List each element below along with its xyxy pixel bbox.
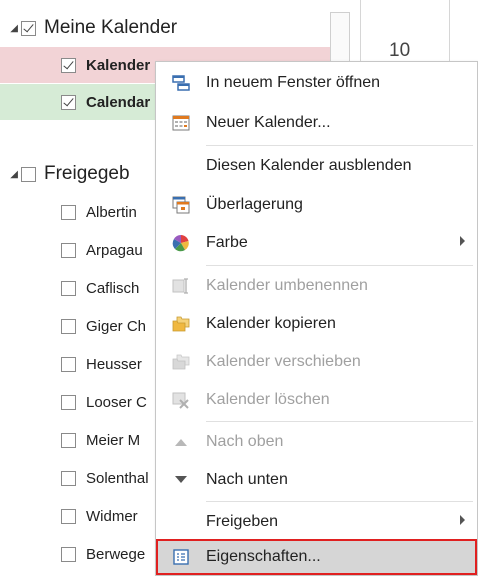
calendar-label: Looser C: [86, 393, 147, 411]
calendar-label: Giger Ch: [86, 317, 147, 335]
menu-item-move-calendar[interactable]: Kalender verschieben: [156, 343, 477, 380]
menu-item-label: Kalender kopieren: [206, 314, 336, 332]
calendar-label: Solenthal: [86, 469, 149, 487]
calendar-label: Kalender: [86, 56, 151, 74]
grid-line: [449, 0, 450, 70]
group-label: Meine Kalender: [44, 17, 178, 38]
calendar-label: Arpagau: [86, 241, 143, 259]
menu-separator: [206, 265, 473, 266]
menu-item-label: Farbe: [206, 233, 248, 251]
group-checkbox[interactable]: [21, 166, 36, 182]
menu-item-move-up[interactable]: Nach oben: [156, 423, 477, 460]
calendar-checkbox[interactable]: [61, 508, 76, 524]
menu-item-label: Nach oben: [206, 432, 284, 450]
new-window-icon: [156, 64, 206, 101]
calendar-label: Berwege: [86, 545, 146, 563]
group-label: Freigegeb: [44, 163, 130, 184]
arrow-up-icon: [156, 423, 206, 460]
calendar-label: Widmer: [86, 507, 138, 525]
menu-item-copy-calendar[interactable]: Kalender kopieren: [156, 305, 477, 342]
calendar-checkbox[interactable]: [61, 57, 76, 73]
menu-item-label: Überlagerung: [206, 195, 303, 213]
context-menu: In neuem Fenster öffnen Neuer Kalender..…: [155, 61, 478, 576]
menu-item-label: Kalender löschen: [206, 390, 330, 408]
menu-item-label: Kalender verschieben: [206, 352, 361, 370]
day-number: 10: [389, 40, 411, 61]
group-my-calendars[interactable]: ◢ Meine Kalender: [0, 10, 177, 46]
calendar-checkbox[interactable]: [61, 546, 76, 562]
calendar-checkbox[interactable]: [61, 356, 76, 372]
move-folder-icon: [156, 343, 206, 380]
calendar-checkbox[interactable]: [61, 432, 76, 448]
submenu-arrow-icon: [460, 236, 465, 246]
delete-calendar-icon: [156, 381, 206, 418]
calendar-label: Albertin: [86, 203, 137, 221]
menu-item-hide-calendar[interactable]: Diesen Kalender ausblenden: [156, 147, 477, 184]
calendar-checkbox[interactable]: [61, 470, 76, 486]
arrow-down-icon: [156, 461, 206, 498]
scrollbar[interactable]: [330, 12, 350, 64]
copy-folder-icon: [156, 305, 206, 342]
menu-separator: [206, 501, 473, 502]
group-shared-calendars[interactable]: ◢ Freigegeb: [0, 156, 130, 192]
menu-item-label: Diesen Kalender ausblenden: [206, 156, 412, 174]
menu-item-share[interactable]: Freigeben: [156, 503, 477, 540]
color-palette-icon: [156, 224, 206, 261]
menu-item-label: Eigenschaften...: [206, 548, 321, 565]
menu-item-label: Nach unten: [206, 470, 288, 488]
menu-item-label: In neuem Fenster öffnen: [206, 73, 381, 91]
menu-item-overlay[interactable]: Überlagerung: [156, 186, 477, 223]
calendar-checkbox[interactable]: [61, 94, 76, 110]
menu-item-properties[interactable]: Eigenschaften...: [156, 539, 477, 575]
menu-item-label: Freigeben: [206, 512, 279, 530]
group-checkbox[interactable]: [21, 20, 36, 36]
menu-item-label: Kalender umbenennen: [206, 276, 368, 294]
expand-triangle-icon[interactable]: ◢: [0, 23, 18, 34]
menu-separator: [206, 145, 473, 146]
menu-separator: [206, 421, 473, 422]
calendar-checkbox[interactable]: [61, 394, 76, 410]
menu-item-rename-calendar[interactable]: Kalender umbenennen: [156, 267, 477, 304]
menu-item-label: Neuer Kalender...: [206, 113, 331, 131]
calendar-checkbox[interactable]: [61, 204, 76, 220]
menu-item-color[interactable]: Farbe: [156, 224, 477, 261]
menu-item-delete-calendar[interactable]: Kalender löschen: [156, 381, 477, 418]
calendar-checkbox[interactable]: [61, 242, 76, 258]
overlay-icon: [156, 186, 206, 223]
calendar-checkbox[interactable]: [61, 280, 76, 296]
calendar-checkbox[interactable]: [61, 318, 76, 334]
menu-item-open-new-window[interactable]: In neuem Fenster öffnen: [156, 64, 477, 101]
calendar-label: Caflisch: [86, 279, 140, 297]
menu-item-move-down[interactable]: Nach unten: [156, 461, 477, 498]
rename-icon: [156, 267, 206, 304]
calendar-label: Meier M: [86, 431, 141, 449]
properties-icon: [156, 539, 206, 576]
submenu-arrow-icon: [460, 515, 465, 525]
new-calendar-icon: [156, 104, 206, 141]
calendar-label: Heusser: [86, 355, 142, 373]
expand-triangle-icon[interactable]: ◢: [0, 169, 18, 180]
menu-item-new-calendar[interactable]: Neuer Kalender...: [156, 104, 477, 141]
calendar-label: Calendar: [86, 93, 151, 111]
